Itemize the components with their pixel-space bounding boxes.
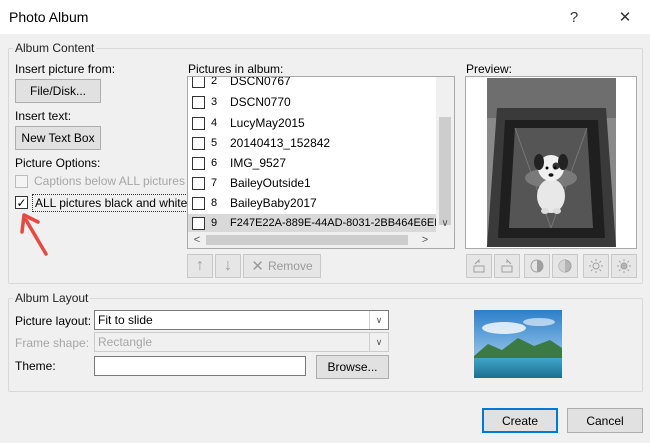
picture-layout-value: Fit to slide: [98, 313, 153, 327]
list-item[interactable]: 3 DSCN0770: [188, 93, 450, 113]
frame-shape-select[interactable]: Rectangle ∨: [94, 332, 389, 352]
browse-button[interactable]: Browse...: [316, 355, 389, 379]
rotate-right-icon[interactable]: [494, 254, 520, 278]
move-up-icon[interactable]: ↑: [187, 254, 213, 278]
horizontal-scrollbar[interactable]: < >: [188, 232, 454, 248]
scroll-right-icon[interactable]: >: [418, 233, 432, 247]
black-white-checkbox[interactable]: ✓: [15, 196, 28, 209]
list-item-checkbox[interactable]: [192, 157, 205, 170]
list-item-checkbox[interactable]: [192, 217, 205, 230]
list-item[interactable]: 9 F247E22A-889E-44AD-8031-2BB464E6EE22: [188, 214, 436, 234]
increase-brightness-icon[interactable]: [583, 254, 609, 278]
list-item-name: DSCN0770: [230, 95, 291, 109]
list-item-number: 5: [211, 137, 218, 149]
list-item-name: BaileyBaby2017: [230, 196, 317, 210]
theme-field[interactable]: [94, 356, 306, 376]
list-item-name: IMG_9527: [230, 156, 287, 170]
insert-from-label: Insert picture from:: [15, 62, 116, 76]
insert-text-label: Insert text:: [15, 109, 72, 123]
pictures-listbox[interactable]: 2 DSCN0767 3 DSCN0770 4 LucyMay2015 5 20…: [187, 76, 455, 249]
preview-label: Preview:: [466, 62, 513, 76]
list-item-checkbox[interactable]: [192, 137, 205, 150]
remove-button-label: Remove: [267, 259, 313, 273]
cancel-button[interactable]: Cancel: [567, 408, 643, 433]
scroll-down-icon[interactable]: ∨: [436, 215, 454, 231]
list-item-name: DSCN0767: [230, 76, 291, 88]
list-item[interactable]: 4 LucyMay2015: [188, 114, 450, 134]
list-item[interactable]: 6 IMG_9527: [188, 154, 450, 174]
hscrollbar-thumb[interactable]: [206, 235, 408, 245]
theme-label: Theme:: [15, 359, 56, 373]
list-item-number: 7: [211, 177, 218, 189]
preview-pane: [465, 76, 637, 249]
list-item[interactable]: 5 20140413_152842: [188, 134, 450, 154]
picture-layout-label: Picture layout:: [15, 314, 92, 328]
frame-shape-value: Rectangle: [98, 335, 153, 349]
list-item-name: LucyMay2015: [230, 116, 305, 130]
list-item[interactable]: 2 DSCN0767: [188, 76, 450, 92]
remove-button[interactable]: ✕ Remove: [243, 254, 321, 278]
move-down-icon[interactable]: ↓: [215, 254, 241, 278]
album-content-label: Album Content: [13, 41, 97, 55]
increase-contrast-icon[interactable]: [524, 254, 550, 278]
list-item[interactable]: 7 BaileyOutside1: [188, 174, 450, 194]
list-item-number: 9: [211, 217, 218, 229]
picture-options-label: Picture Options:: [15, 156, 101, 170]
remove-x-icon: ✕: [251, 258, 264, 275]
captions-checkbox[interactable]: [15, 175, 28, 188]
list-item-name: F247E22A-889E-44AD-8031-2BB464E6EE22: [230, 217, 436, 229]
list-item-name: 20140413_152842: [230, 136, 331, 150]
rotate-left-icon[interactable]: [466, 254, 492, 278]
list-item-checkbox[interactable]: [192, 177, 205, 190]
list-item-checkbox[interactable]: [192, 197, 205, 210]
pictures-in-album-label: Pictures in album:: [188, 62, 284, 76]
list-item-name: BaileyOutside1: [230, 176, 311, 190]
new-text-box-button[interactable]: New Text Box: [15, 126, 101, 150]
chevron-down-icon[interactable]: ∨: [369, 333, 388, 351]
list-item[interactable]: 8 BaileyBaby2017: [188, 194, 450, 214]
list-item-number: 2: [211, 76, 218, 87]
list-item-number: 6: [211, 157, 218, 169]
vertical-scrollbar[interactable]: ∨: [436, 77, 454, 232]
decrease-brightness-icon[interactable]: [611, 254, 637, 278]
scroll-left-icon[interactable]: <: [190, 233, 204, 247]
list-item-number: 8: [211, 197, 218, 209]
list-item-checkbox[interactable]: [192, 77, 205, 88]
list-item-number: 3: [211, 96, 218, 108]
black-white-label: ALL pictures black and white: [32, 194, 191, 212]
scrollbar-thumb[interactable]: [439, 117, 451, 225]
list-item-checkbox[interactable]: [192, 117, 205, 130]
layout-preview-image: [474, 310, 562, 378]
file-disk-button[interactable]: File/Disk...: [15, 79, 101, 103]
window-title: Photo Album: [9, 9, 89, 25]
help-button[interactable]: ?: [560, 6, 588, 28]
list-item-checkbox[interactable]: [192, 96, 205, 109]
create-button[interactable]: Create: [482, 408, 558, 433]
preview-image: [487, 78, 616, 247]
close-button[interactable]: ✕: [611, 6, 639, 28]
list-item-number: 4: [211, 117, 218, 129]
decrease-contrast-icon[interactable]: [552, 254, 578, 278]
picture-layout-select[interactable]: Fit to slide ∨: [94, 310, 389, 330]
frame-shape-label: Frame shape:: [15, 336, 90, 350]
title-bar: [0, 0, 650, 34]
album-layout-label: Album Layout: [13, 291, 91, 305]
chevron-down-icon[interactable]: ∨: [369, 311, 388, 329]
captions-label: Captions below ALL pictures: [34, 174, 185, 188]
annotation-arrow-icon: [20, 213, 48, 256]
